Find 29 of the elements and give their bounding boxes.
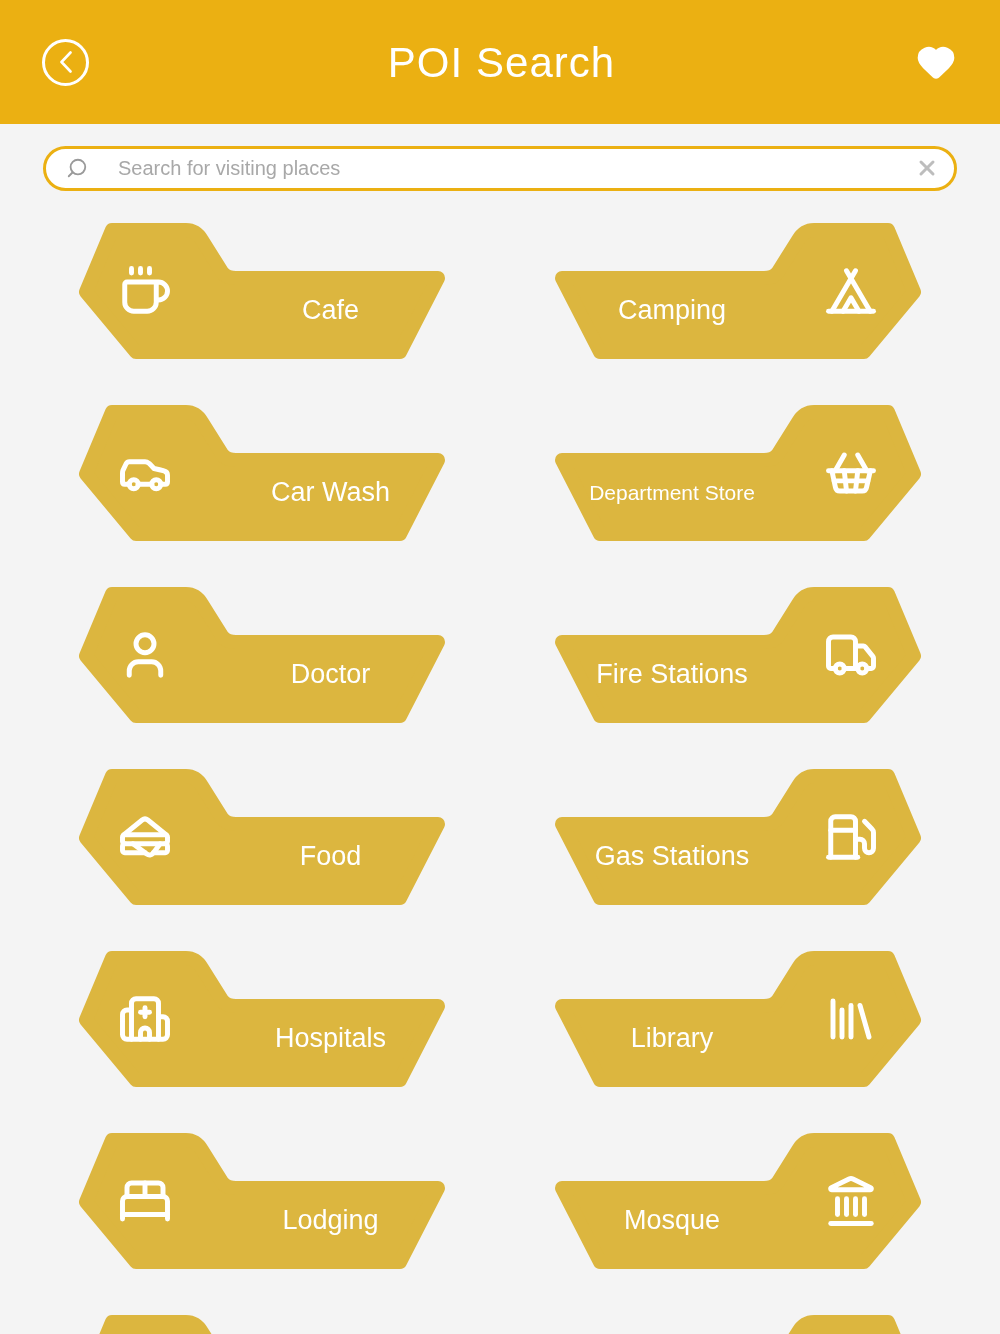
- category-tile[interactable]: Hospitals: [78, 950, 448, 1088]
- category-tile[interactable]: Gas Stations: [552, 768, 922, 906]
- category-tile[interactable]: Library: [552, 950, 922, 1088]
- search-icon: [66, 157, 88, 179]
- tile-label: Library: [629, 1022, 715, 1055]
- tile-label: Car Wash: [270, 476, 391, 509]
- category-tile[interactable]: Car Wash: [78, 404, 448, 542]
- tile-label: Food: [298, 840, 363, 873]
- tile-label: Lodging: [281, 1204, 380, 1237]
- tile-label: Mosque: [622, 1204, 722, 1237]
- back-icon: [59, 51, 72, 73]
- tile-label: Department Store: [588, 480, 756, 506]
- category-tile[interactable]: Doctor: [78, 586, 448, 724]
- category-tile[interactable]: Camping: [552, 222, 922, 360]
- tile-label: Fire Stations: [595, 658, 749, 691]
- page-title: POI Search: [387, 37, 616, 88]
- category-tile[interactable]: Fire Stations: [552, 586, 922, 724]
- tile-label: Camping: [616, 294, 728, 327]
- tile-label: Cafe: [300, 294, 360, 327]
- tile-label: Gas Stations: [593, 840, 751, 873]
- tile-label: Hospitals: [273, 1022, 387, 1055]
- search-field[interactable]: Search for visiting places: [43, 146, 957, 191]
- category-tile[interactable]: Lodging: [78, 1132, 448, 1270]
- back-button[interactable]: [42, 38, 89, 86]
- tile-label: Doctor: [289, 658, 372, 691]
- category-tile[interactable]: Cafe: [78, 222, 448, 360]
- category-tile[interactable]: Department Store: [552, 404, 922, 542]
- category-tile[interactable]: Mosque: [552, 1132, 922, 1270]
- category-tile[interactable]: Food: [78, 768, 448, 906]
